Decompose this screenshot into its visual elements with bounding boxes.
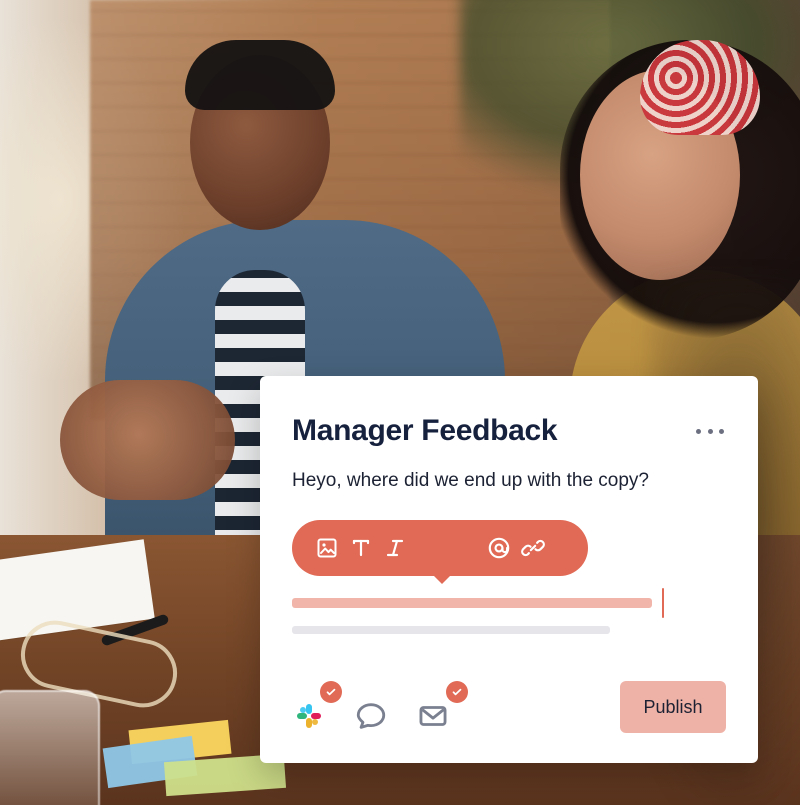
insert-image-button[interactable] [310, 531, 344, 565]
chat-bubble-icon [356, 703, 386, 729]
format-toolbar [292, 520, 588, 584]
text-style-button[interactable] [344, 531, 378, 565]
channel-selector [292, 681, 468, 733]
mention-button[interactable] [482, 531, 516, 565]
text-cursor [662, 588, 664, 618]
more-horizontal-icon [707, 428, 713, 434]
check-icon [326, 688, 336, 696]
manager-feedback-card: Manager Feedback Heyo, where did we end … [260, 376, 758, 763]
text-icon [352, 539, 370, 557]
mail-icon [419, 706, 447, 726]
more-horizontal-icon [696, 428, 701, 434]
more-horizontal-icon [719, 428, 724, 434]
person-man-hair [185, 40, 335, 110]
card-title: Manager Feedback [292, 414, 558, 447]
person-man-hands [60, 380, 235, 500]
water-glass [0, 690, 100, 805]
channel-email[interactable] [416, 681, 468, 733]
italic-icon [386, 539, 404, 557]
selected-badge [446, 681, 468, 703]
insert-link-button[interactable] [516, 531, 550, 565]
italic-button[interactable] [378, 531, 412, 565]
message-text: Heyo, where did we end up with the copy? [292, 470, 649, 491]
mention-icon [488, 537, 510, 559]
publish-button[interactable]: Publish [620, 681, 726, 733]
link-icon [521, 539, 545, 557]
channel-chat[interactable] [354, 699, 388, 733]
reply-text-line-primary[interactable] [292, 598, 652, 608]
slack-icon [297, 704, 321, 728]
image-icon [317, 538, 337, 558]
more-options-button[interactable] [696, 426, 724, 436]
card-footer: Publish [292, 681, 726, 733]
selected-badge [320, 681, 342, 703]
channel-slack[interactable] [292, 681, 342, 733]
check-icon [452, 688, 462, 696]
reply-text-line-secondary[interactable] [292, 626, 610, 634]
